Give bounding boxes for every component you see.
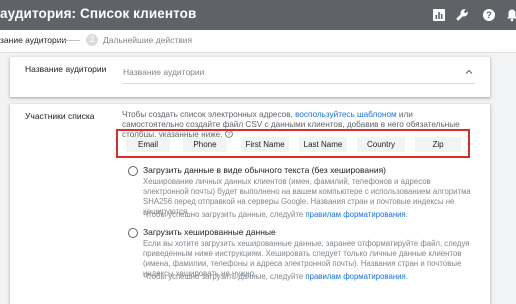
description-text: Чтобы создать список электронных адресов…: [122, 110, 293, 119]
bell-icon[interactable]: [505, 8, 516, 22]
column-chip-first-name: First Name: [241, 137, 289, 152]
wrench-icon[interactable]: [455, 8, 469, 22]
chart-icon[interactable]: [432, 8, 446, 22]
top-bar: аудитория: Список клиентов ?: [0, 0, 516, 30]
template-link[interactable]: воспользуйтесь шаблоном: [295, 110, 397, 119]
formatting-rules-link[interactable]: правилам форматирования: [305, 210, 405, 219]
column-chip-last-name: Last Name: [299, 137, 347, 152]
audience-name-card: Название аудитории: [10, 57, 490, 97]
column-chip-email: Email: [126, 137, 170, 152]
audience-name-input[interactable]: [123, 63, 453, 81]
audience-name-label: Название аудитории: [25, 64, 107, 74]
column-chip-zip: Zip: [415, 137, 461, 152]
svg-text:?: ?: [486, 10, 492, 20]
radio-plain-text[interactable]: [128, 166, 138, 176]
help-icon[interactable]: ?: [482, 8, 496, 22]
option-hint: Чтобы успешно загрузить данные, следуйте…: [143, 272, 408, 281]
required-columns-box: Email Phone First Name Last Name Country…: [116, 129, 470, 158]
option-hint: Чтобы успешно загрузить данные, следуйте…: [143, 210, 408, 219]
hint-text: Чтобы успешно загрузить данные, следуйте: [143, 272, 304, 281]
hint-period: .: [405, 272, 408, 281]
column-chip-country: Country: [357, 137, 405, 152]
stepper: зание аудитории 2 Дальнейшие действия: [0, 30, 516, 53]
option-label[interactable]: Загрузить хешированные данные: [143, 227, 276, 237]
page-title: аудитория: Список клиентов: [0, 6, 197, 21]
step-2-label[interactable]: Дальнейшие действия: [103, 35, 192, 45]
step-divider: [57, 40, 80, 41]
column-chip-phone: Phone: [183, 137, 227, 152]
members-label: Участники списка: [25, 111, 95, 121]
chevron-up-icon[interactable]: [465, 68, 473, 76]
option-label[interactable]: Загрузить данные в виде обычного текста …: [143, 165, 386, 175]
step-2-number: 2: [86, 34, 98, 46]
hint-text: Чтобы успешно загрузить данные, следуйте: [143, 210, 304, 219]
hint-period: .: [405, 210, 408, 219]
audience-name-field[interactable]: [123, 63, 475, 84]
members-card: Участники списка Чтобы создать список эл…: [10, 104, 490, 304]
formatting-rules-link[interactable]: правилам форматирования: [305, 272, 405, 281]
radio-hashed[interactable]: [128, 228, 138, 238]
